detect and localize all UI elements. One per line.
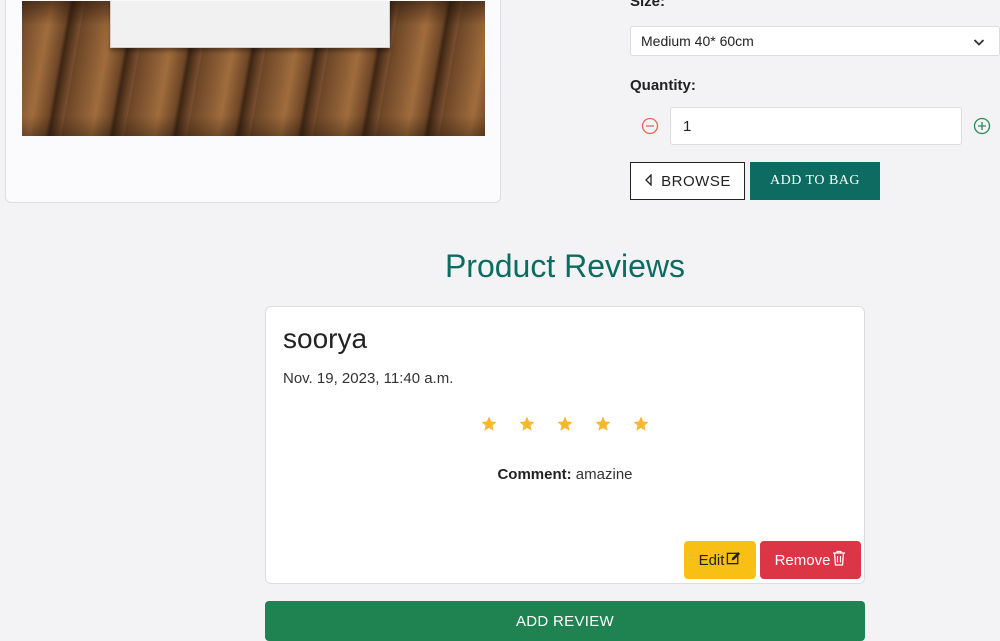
add-to-bag-label: ADD TO BAG — [769, 173, 861, 188]
star-rating — [266, 415, 864, 433]
reviewer-name: soorya — [283, 323, 368, 354]
trash-icon — [832, 550, 846, 570]
size-label: Size: — [630, 0, 666, 10]
star-icon — [557, 416, 573, 431]
edit-icon — [726, 551, 741, 570]
review-card: soorya Nov. 19, 2023, 11:40 a.m. Comment… — [265, 306, 865, 584]
product-image-card — [5, 0, 501, 203]
edit-label: Edit — [698, 551, 725, 569]
quantity-label: Quantity: — [630, 77, 696, 94]
review-date: Nov. 19, 2023, 11:40 a.m. — [283, 370, 454, 387]
add-review-label: ADD REVIEW — [515, 612, 614, 630]
browse-label: BROWSE — [661, 172, 731, 190]
minus-circle-icon[interactable] — [641, 117, 659, 139]
chevron-down-icon — [973, 35, 985, 51]
add-to-bag-button[interactable]: ADD TO BAG — [750, 162, 880, 200]
review-comment: Comment: amazine — [266, 466, 864, 483]
remove-review-button[interactable]: Remove — [760, 541, 861, 579]
star-icon — [481, 416, 497, 431]
reviews-heading: Product Reviews — [444, 248, 686, 284]
plus-circle-icon[interactable] — [973, 117, 991, 139]
quantity-value: 1 — [683, 117, 692, 135]
size-selected-value: Medium 40* 60cm — [641, 33, 754, 49]
canvas-print — [110, 1, 390, 48]
star-icon — [595, 416, 611, 431]
comment-label: Comment: — [497, 466, 572, 483]
star-icon — [633, 416, 649, 431]
size-select[interactable]: Medium 40* 60cm — [630, 26, 1000, 56]
comment-text: amazine — [571, 466, 633, 483]
caret-left-icon — [644, 172, 653, 190]
remove-label: Remove — [774, 551, 831, 569]
add-review-button[interactable]: ADD REVIEW — [265, 601, 865, 641]
product-image — [22, 1, 485, 136]
edit-review-button[interactable]: Edit — [684, 541, 756, 579]
quantity-input[interactable]: 1 — [670, 107, 962, 145]
star-icon — [519, 416, 535, 431]
browse-button[interactable]: BROWSE — [630, 162, 745, 200]
